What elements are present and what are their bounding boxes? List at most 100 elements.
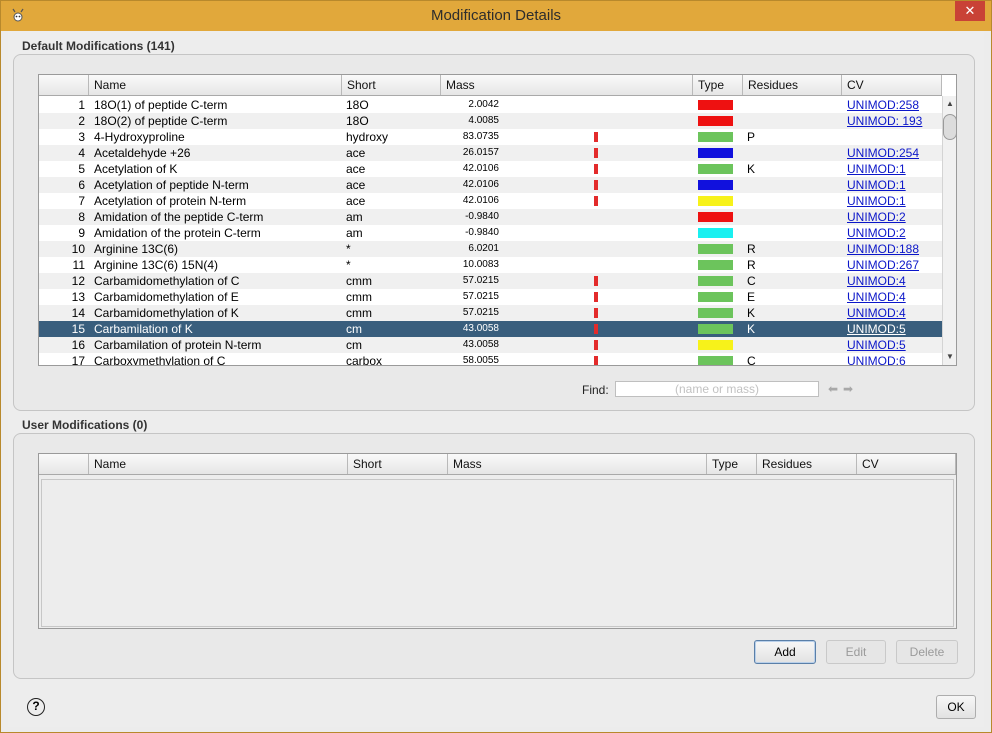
table-row[interactable]: 15 Carbamilation of K cm 43.0058 K UNIMOD:5 — [39, 321, 942, 337]
row-name: Acetylation of peptide N-term — [94, 178, 249, 192]
row-cv-link[interactable]: UNIMOD:4 — [847, 273, 942, 289]
row-cv-link[interactable]: UNIMOD:1 — [847, 177, 942, 193]
row-residues — [747, 177, 787, 193]
row-mass-bar — [594, 196, 598, 206]
table-row[interactable]: 12 Carbamidomethylation of C cmm 57.0215 C UN… — [39, 273, 942, 289]
user-modifications-group: Name Short Mass Type Residues CV Add Edi… — [13, 433, 975, 679]
table-row[interactable]: 13 Carbamidomethylation of E cmm 57.0215 E UN… — [39, 289, 942, 305]
find-next-arrow-icon[interactable]: ➡ — [843, 382, 853, 396]
column-header-short[interactable]: Short — [342, 75, 441, 95]
column-header-cv[interactable]: CV — [842, 75, 942, 95]
add-button[interactable]: Add — [754, 640, 816, 664]
row-cv-link[interactable]: UNIMOD:4 — [847, 289, 942, 305]
row-mass-bar — [594, 180, 598, 190]
scrollbar-thumb[interactable] — [943, 114, 956, 140]
row-mass: 43.0058 — [462, 339, 499, 350]
default-modifications-table: Name Short Mass Type Residues CV 1 18O(1)… — [38, 74, 957, 366]
row-index: 1 — [78, 98, 85, 112]
row-index: 6 — [78, 178, 85, 192]
row-cv-link[interactable]: UNIMOD:4 — [847, 305, 942, 321]
column-header-type[interactable]: Type — [693, 75, 743, 95]
row-name: Acetylation of K — [94, 162, 178, 176]
row-cv-link[interactable]: UNIMOD:267 — [847, 257, 942, 273]
edit-button[interactable]: Edit — [826, 640, 886, 664]
table-row[interactable]: 7 Acetylation of protein N-term ace 42.0106… — [39, 193, 942, 209]
row-cv-link[interactable]: UNIMOD:258 — [847, 97, 942, 113]
row-name: Arginine 13C(6) 15N(4) — [94, 258, 219, 272]
row-index: 8 — [78, 210, 85, 224]
table-row[interactable]: 9 Amidation of the protein C-term am -0.984… — [39, 225, 942, 241]
find-input[interactable] — [615, 381, 819, 397]
user-column-header-index[interactable] — [39, 454, 89, 474]
row-cv-link[interactable]: UNIMOD:1 — [847, 193, 942, 209]
help-icon[interactable]: ? — [27, 698, 45, 716]
close-button[interactable]: ✕ — [955, 1, 985, 21]
row-index: 14 — [71, 306, 85, 320]
row-cv-link[interactable]: UNIMOD:188 — [847, 241, 942, 257]
row-cv-link[interactable]: UNIMOD: 193 — [847, 113, 942, 129]
user-column-header-type[interactable]: Type — [707, 454, 757, 474]
column-header-residues[interactable]: Residues — [743, 75, 842, 95]
row-residues — [747, 145, 787, 161]
user-column-header-short[interactable]: Short — [348, 454, 448, 474]
row-cv-link[interactable]: UNIMOD:5 — [847, 321, 942, 337]
row-cv-link[interactable]: UNIMOD:2 — [847, 209, 942, 225]
user-table-empty-area — [41, 479, 954, 627]
row-cv-link[interactable]: UNIMOD:6 — [847, 353, 942, 365]
user-column-header-name[interactable]: Name — [89, 454, 348, 474]
row-cv-link[interactable]: UNIMOD:1 — [847, 161, 942, 177]
column-header-mass[interactable]: Mass — [441, 75, 693, 95]
row-residues: K — [747, 306, 756, 320]
row-mass: 42.0106 — [462, 179, 499, 190]
dialog-body: Default Modifications (141) Name Short M… — [8, 31, 984, 727]
row-index: 10 — [71, 242, 85, 256]
table-row[interactable]: 14 Carbamidomethylation of K cmm 57.0215 K UN… — [39, 305, 942, 321]
table-row[interactable]: 3 4-Hydroxyproline hydroxy 83.0735 P — [39, 129, 942, 145]
row-type-swatch — [698, 244, 733, 254]
row-index: 9 — [78, 226, 85, 240]
row-name: 18O(1) of peptide C-term — [94, 98, 228, 112]
row-name: Arginine 13C(6) — [94, 242, 179, 256]
row-short: * — [346, 242, 351, 256]
find-previous-arrow-icon[interactable]: ⬅ — [828, 382, 838, 396]
table-row[interactable]: 11 Arginine 13C(6) 15N(4) * 10.0083 R UNIMOD:… — [39, 257, 942, 273]
row-short: 18O — [346, 114, 369, 128]
row-mass: 42.0106 — [462, 195, 499, 206]
default-table-scrollbar[interactable]: ▲ ▼ — [942, 96, 956, 365]
row-mass: 57.0215 — [462, 307, 499, 318]
user-column-header-cv[interactable]: CV — [857, 454, 956, 474]
column-header-index[interactable] — [39, 75, 89, 95]
default-modifications-group: Name Short Mass Type Residues CV 1 18O(1)… — [13, 54, 975, 411]
scroll-down-arrow-icon[interactable]: ▼ — [943, 351, 956, 363]
row-name: Amidation of the peptide C-term — [94, 210, 264, 224]
row-short: ace — [346, 178, 366, 192]
row-cv-link[interactable] — [847, 129, 942, 145]
row-mass: 2.0042 — [468, 99, 499, 110]
row-cv-link[interactable]: UNIMOD:2 — [847, 225, 942, 241]
row-cv-link[interactable]: UNIMOD:5 — [847, 337, 942, 353]
table-row[interactable]: 2 18O(2) of peptide C-term 18O 4.0085 UNIMOD… — [39, 113, 942, 129]
row-mass-bar — [594, 292, 598, 302]
row-residues — [747, 337, 787, 353]
row-name: Acetylation of protein N-term — [94, 194, 247, 208]
table-row[interactable]: 17 Carboxymethylation of C carbox 58.0055 C U… — [39, 353, 942, 365]
table-row[interactable]: 4 Acetaldehyde +26 ace 26.0157 UNIMOD:254 — [39, 145, 942, 161]
row-index: 11 — [72, 258, 85, 272]
table-row[interactable]: 8 Amidation of the peptide C-term am -0.984… — [39, 209, 942, 225]
table-row[interactable]: 10 Arginine 13C(6) * 6.0201 R UNIMOD:188 — [39, 241, 942, 257]
row-cv-link[interactable]: UNIMOD:254 — [847, 145, 942, 161]
ok-button[interactable]: OK — [936, 695, 976, 719]
row-type-swatch — [698, 132, 733, 142]
user-column-header-mass[interactable]: Mass — [448, 454, 707, 474]
table-row[interactable]: 16 Carbamilation of protein N-term cm 43.00… — [39, 337, 942, 353]
column-header-name[interactable]: Name — [89, 75, 342, 95]
table-row[interactable]: 1 18O(1) of peptide C-term 18O 2.0042 UNIMOD… — [39, 97, 942, 113]
row-type-swatch — [698, 164, 733, 174]
delete-button[interactable]: Delete — [896, 640, 958, 664]
table-row[interactable]: 6 Acetylation of peptide N-term ace 42.0106… — [39, 177, 942, 193]
user-column-header-residues[interactable]: Residues — [757, 454, 857, 474]
row-short: cmm — [346, 274, 372, 288]
table-row[interactable]: 5 Acetylation of K ace 42.0106 K UNIMOD:1 — [39, 161, 942, 177]
row-residues: K — [747, 322, 756, 336]
scroll-up-arrow-icon[interactable]: ▲ — [943, 98, 956, 110]
